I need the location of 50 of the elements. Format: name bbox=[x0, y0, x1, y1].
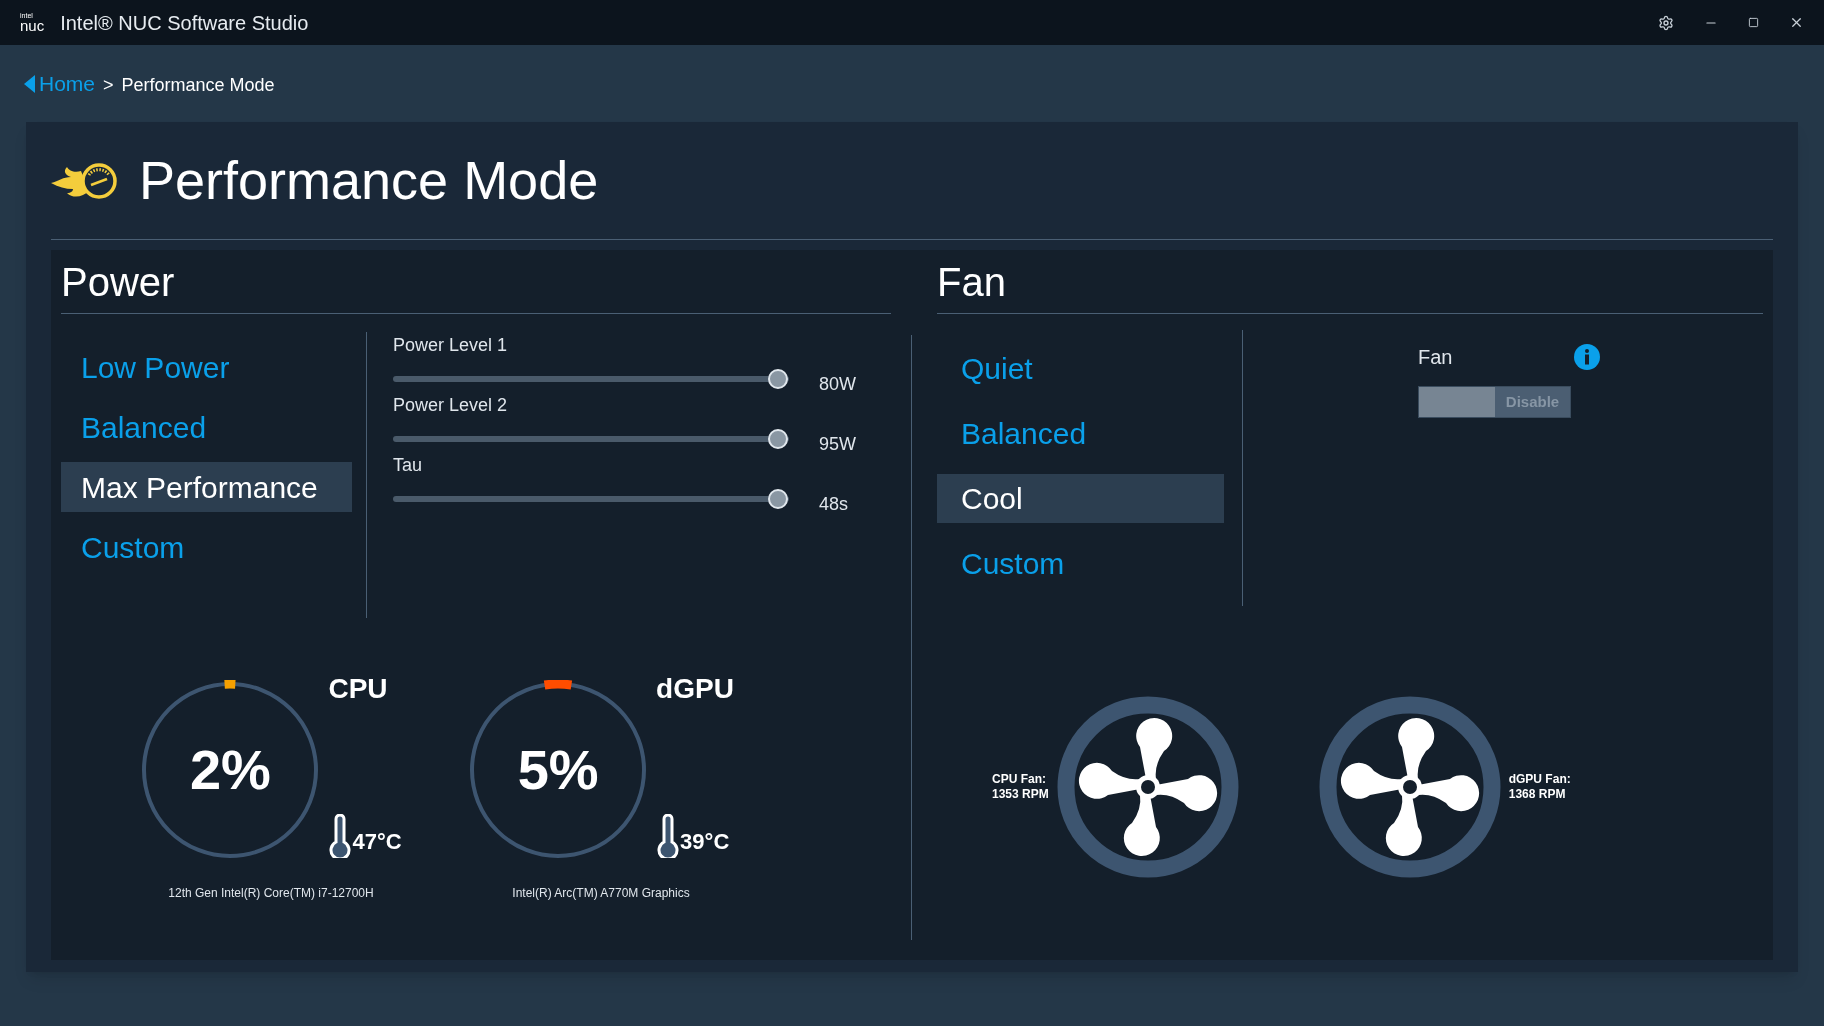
breadcrumb-current: Performance Mode bbox=[121, 74, 275, 97]
device-label: dGPU bbox=[656, 672, 734, 706]
breadcrumb-separator: > bbox=[103, 74, 114, 97]
fan-control-label: Fan bbox=[1418, 345, 1453, 370]
thermometer-icon bbox=[328, 814, 353, 858]
fan-icon bbox=[1318, 696, 1501, 878]
slider[interactable] bbox=[393, 487, 789, 510]
fan-icon bbox=[1056, 696, 1239, 878]
fan-mode-option[interactable]: Cool bbox=[937, 474, 1224, 523]
power-mode-option[interactable]: Max Performance bbox=[61, 462, 352, 512]
slider-label: Power Level 1 bbox=[393, 334, 509, 357]
power-mode-option[interactable]: Custom bbox=[61, 522, 352, 572]
home-link[interactable]: Home bbox=[24, 67, 96, 100]
device-model: 12th Gen Intel(R) Core(TM) i7-12700H bbox=[168, 885, 374, 902]
fan-mode-option[interactable]: Balanced bbox=[937, 409, 1224, 458]
slider-value: 80W bbox=[819, 373, 856, 396]
maximize-icon[interactable] bbox=[1748, 17, 1759, 28]
fan-mode-option[interactable]: Custom bbox=[937, 539, 1224, 588]
fan-label: CPU Fan: bbox=[992, 772, 1047, 787]
fan-speed: 1368 RPM bbox=[1508, 787, 1567, 802]
settings-icon[interactable] bbox=[1658, 14, 1674, 31]
section-heading: Fan bbox=[937, 258, 1006, 306]
page-title: Performance Mode bbox=[139, 149, 599, 212]
info-icon[interactable] bbox=[1574, 344, 1600, 370]
slider-thumb[interactable] bbox=[768, 428, 788, 449]
usage-percent: 5% bbox=[517, 737, 599, 803]
power-mode-option[interactable]: Low Power bbox=[61, 342, 352, 392]
slider-value: 48s bbox=[819, 493, 849, 516]
temperature-reading: 47°C bbox=[352, 828, 402, 856]
close-icon[interactable] bbox=[1789, 15, 1804, 30]
window-title: Intel® NUC Software Studio bbox=[60, 10, 309, 36]
slider-value: 95W bbox=[819, 433, 856, 456]
fan-mode-option[interactable]: Quiet bbox=[937, 344, 1224, 393]
fan-speed: 1353 RPM bbox=[992, 787, 1049, 802]
caret-left-icon bbox=[24, 74, 35, 93]
slider-thumb[interactable] bbox=[768, 488, 788, 509]
device-label: CPU bbox=[328, 672, 389, 706]
device-model: Intel(R) Arc(TM) A770M Graphics bbox=[512, 885, 690, 902]
speedometer-flame-icon bbox=[51, 160, 119, 201]
thermometer-icon bbox=[656, 814, 681, 858]
usage-percent: 2% bbox=[189, 737, 271, 803]
slider-label: Tau bbox=[393, 454, 424, 477]
slider[interactable] bbox=[393, 427, 789, 450]
slider[interactable] bbox=[393, 367, 789, 390]
fan-label: dGPU Fan: bbox=[1508, 772, 1571, 787]
power-mode-option[interactable]: Balanced bbox=[61, 402, 352, 452]
slider-label: Power Level 2 bbox=[393, 394, 509, 417]
section-heading: Power bbox=[61, 258, 175, 306]
temperature-reading: 39°C bbox=[680, 828, 730, 856]
slider-thumb[interactable] bbox=[768, 368, 788, 389]
